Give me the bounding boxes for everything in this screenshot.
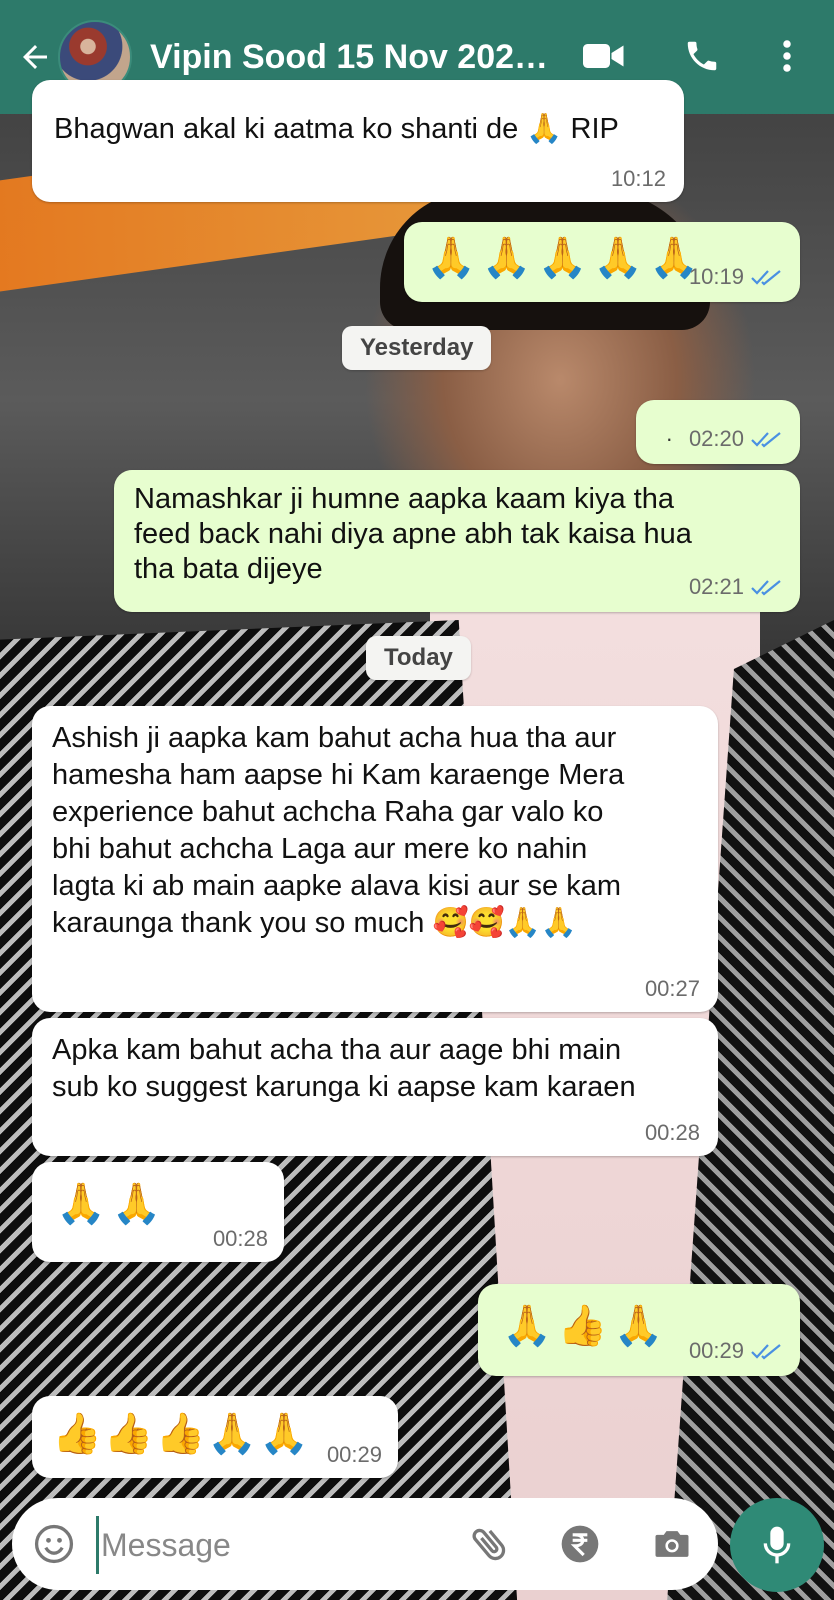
microphone-button[interactable] xyxy=(730,1498,824,1592)
message-bubble-outgoing[interactable]: 🙏👍🙏 00:29 xyxy=(478,1284,800,1376)
time-label: 10:19 xyxy=(688,264,744,289)
more-options-icon[interactable] xyxy=(765,34,809,78)
message-text: · xyxy=(665,426,673,451)
message-text: Bhagwan akal ki aatma ko shanti de 🙏 RIP xyxy=(54,113,619,145)
message-time: 00:28 xyxy=(212,1226,268,1251)
message-time: 00:29 xyxy=(689,1338,782,1364)
time-label: 02:20 xyxy=(688,426,744,451)
read-ticks-icon xyxy=(751,580,781,596)
message-time: 00:27 xyxy=(644,976,700,1001)
message-input[interactable] xyxy=(96,1516,463,1574)
smiley-icon[interactable] xyxy=(32,1522,76,1566)
message-bubble-incoming[interactable]: Ashish ji aapka kam bahut acha hua tha a… xyxy=(32,706,718,1012)
message-text: Ashish ji aapka kam bahut acha hua tha a… xyxy=(52,722,625,939)
camera-icon[interactable] xyxy=(650,1522,694,1566)
message-time: 00:28 xyxy=(644,1120,700,1145)
message-text: 🙏🙏🙏🙏🙏 xyxy=(426,236,706,280)
message-text: 👍👍👍🙏🙏 xyxy=(52,1412,312,1456)
phone-icon[interactable] xyxy=(680,34,724,78)
message-text: 🙏👍🙏 xyxy=(502,1304,670,1348)
read-ticks-icon xyxy=(751,432,781,448)
message-text: Namashkar ji humne aapka kaam kiya tha f… xyxy=(134,483,692,585)
rupee-icon[interactable] xyxy=(558,1522,602,1566)
read-ticks-icon xyxy=(751,1344,781,1360)
date-separator-yesterday: Yesterday xyxy=(342,326,492,370)
contact-name[interactable]: Vipin Sood 15 Nov 202… xyxy=(150,38,550,77)
video-call-icon[interactable] xyxy=(582,34,626,78)
message-text: Apka kam bahut acha tha aur aage bhi mai… xyxy=(52,1034,636,1103)
microphone-icon xyxy=(763,1526,791,1564)
message-time: · 02:20 xyxy=(666,426,782,452)
message-time: 02:21 xyxy=(689,574,782,600)
message-bubble-incoming[interactable]: 👍👍👍🙏🙏 00:29 xyxy=(32,1396,398,1478)
back-arrow-icon[interactable] xyxy=(14,36,56,78)
time-label: 00:29 xyxy=(688,1338,744,1363)
message-text: 🙏🙏 xyxy=(56,1182,168,1226)
read-ticks-icon xyxy=(751,270,781,286)
message-time: 10:19 xyxy=(689,264,782,290)
message-bubble-incoming[interactable]: Apka kam bahut acha tha aur aage bhi mai… xyxy=(32,1018,718,1156)
message-bubble-outgoing[interactable]: Namashkar ji humne aapka kaam kiya tha f… xyxy=(114,470,800,612)
message-time: 00:29 xyxy=(326,1442,382,1467)
attachment-icon[interactable] xyxy=(468,1522,512,1566)
time-label: 02:21 xyxy=(688,574,744,599)
message-bubble-incoming[interactable]: Bhagwan akal ki aatma ko shanti de 🙏 RIP… xyxy=(32,80,684,202)
date-separator-today: Today xyxy=(366,636,471,680)
message-bubble-outgoing[interactable]: 🙏🙏🙏🙏🙏 10:19 xyxy=(404,222,800,302)
message-time: 10:12 xyxy=(610,166,666,191)
message-bubble-outgoing[interactable]: · 02:20 xyxy=(636,400,800,464)
message-bubble-incoming[interactable]: 🙏🙏 00:28 xyxy=(32,1162,284,1262)
message-composer xyxy=(12,1498,718,1590)
